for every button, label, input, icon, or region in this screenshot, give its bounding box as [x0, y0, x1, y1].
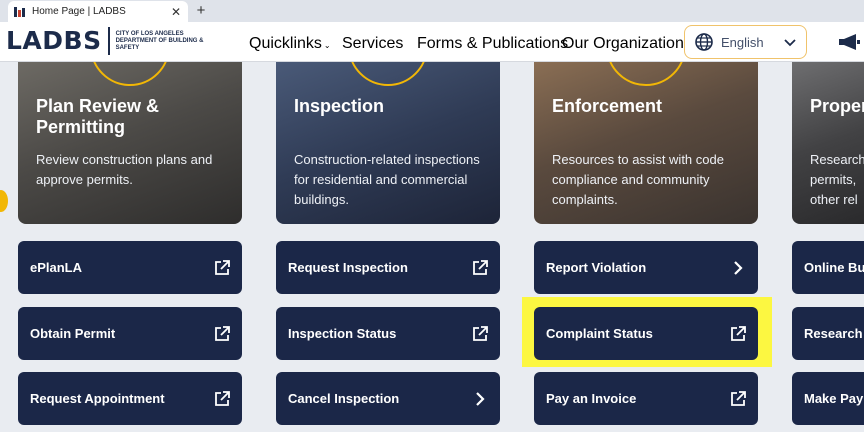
button-label: ePlanLA: [30, 260, 83, 275]
card-inspection[interactable]: Inspection Construction-related inspecti…: [276, 62, 500, 224]
obtain-permit-button[interactable]: Obtain Permit: [18, 307, 242, 360]
nav-services[interactable]: Services: [342, 35, 403, 53]
card-icon-circle: [348, 62, 428, 86]
browser-tab[interactable]: Home Page | LADBS ✕: [8, 1, 188, 22]
card-property[interactable]: Proper Research permits, other rel: [792, 62, 864, 224]
card-description: Review construction plans and approve pe…: [36, 152, 213, 187]
card-title: Proper: [810, 96, 864, 116]
nav-forms-publications[interactable]: Forms & Publications: [417, 35, 568, 53]
button-label: Report Violation: [546, 260, 647, 275]
button-label: Cancel Inspection: [288, 391, 400, 406]
external-link-icon: [215, 325, 230, 341]
tab-title: Home Page | LADBS: [32, 6, 126, 17]
online-button-partial[interactable]: Online Bu: [792, 241, 864, 294]
browser-tab-strip: Home Page | LADBS ✕ +: [0, 0, 864, 22]
external-link-icon: [473, 259, 488, 275]
external-link-icon: [215, 259, 230, 275]
card-description: Research permits, other rel: [810, 152, 864, 207]
button-label: Request Inspection: [288, 260, 408, 275]
card-title: Enforcement: [552, 96, 663, 116]
button-label: Online Bu: [804, 260, 864, 275]
card-enforcement[interactable]: Enforcement Resources to assist with cod…: [534, 62, 758, 224]
request-inspection-button[interactable]: Request Inspection: [276, 241, 500, 294]
site-header: LADBS CITY OF LOS ANGELES DEPARTMENT OF …: [0, 22, 864, 62]
megaphone-icon[interactable]: [838, 34, 860, 50]
external-link-icon: [731, 390, 746, 406]
research-button-partial[interactable]: Research: [792, 307, 864, 360]
inspection-status-button[interactable]: Inspection Status: [276, 307, 500, 360]
button-label: Pay an Invoice: [546, 391, 637, 406]
logo-subtitle: CITY OF LOS ANGELES DEPARTMENT OF BUILDI…: [115, 30, 204, 51]
card-title: Inspection: [294, 96, 385, 116]
button-label: Obtain Permit: [30, 326, 116, 341]
external-link-icon: [731, 325, 746, 341]
language-label: English: [721, 34, 764, 50]
nav-our-organization[interactable]: Our Organization: [562, 35, 684, 53]
button-label: Make Pay: [804, 391, 864, 406]
logo-wordmark: LADBS: [6, 26, 102, 55]
button-label: Request Appointment: [30, 391, 165, 406]
close-tab-icon[interactable]: ✕: [170, 5, 182, 19]
chevron-down-icon: ⌄: [323, 41, 331, 50]
chevron-right-icon: [734, 260, 743, 275]
eplanla-button[interactable]: ePlanLA: [18, 241, 242, 294]
pay-invoice-button[interactable]: Pay an Invoice: [534, 372, 758, 425]
button-label: Research: [804, 326, 863, 341]
card-icon-circle: [90, 62, 170, 86]
new-tab-button[interactable]: +: [193, 2, 209, 19]
globe-icon: [695, 33, 713, 51]
card-description: Resources to assist with code compliance…: [552, 152, 724, 207]
button-label: Complaint Status: [546, 326, 653, 341]
cancel-inspection-button[interactable]: Cancel Inspection: [276, 372, 500, 425]
report-violation-button[interactable]: Report Violation: [534, 241, 758, 294]
ladbs-favicon-icon: [14, 6, 25, 17]
logo-divider: [107, 27, 110, 55]
make-payment-button-partial[interactable]: Make Pay: [792, 372, 864, 425]
carousel-indicator[interactable]: [0, 190, 8, 212]
nav-quicklinks[interactable]: Quicklinks ⌄: [249, 35, 331, 53]
request-appointment-button[interactable]: Request Appointment: [18, 372, 242, 425]
complaint-status-button[interactable]: Complaint Status: [534, 307, 758, 360]
language-selector[interactable]: English: [684, 25, 807, 59]
external-link-icon: [215, 390, 230, 406]
card-title: Plan Review & Permitting: [36, 96, 160, 137]
chevron-right-icon: [476, 391, 485, 406]
card-icon-circle: [606, 62, 686, 86]
card-description: Construction-related inspections for res…: [294, 152, 480, 207]
ladbs-logo[interactable]: LADBS CITY OF LOS ANGELES DEPARTMENT OF …: [6, 27, 206, 55]
nav-quicklinks-label: Quicklinks: [249, 35, 322, 52]
external-link-icon: [473, 325, 488, 341]
button-label: Inspection Status: [288, 326, 397, 341]
card-plan-review[interactable]: Plan Review & Permitting Review construc…: [18, 62, 242, 224]
chevron-down-icon: [784, 39, 796, 47]
